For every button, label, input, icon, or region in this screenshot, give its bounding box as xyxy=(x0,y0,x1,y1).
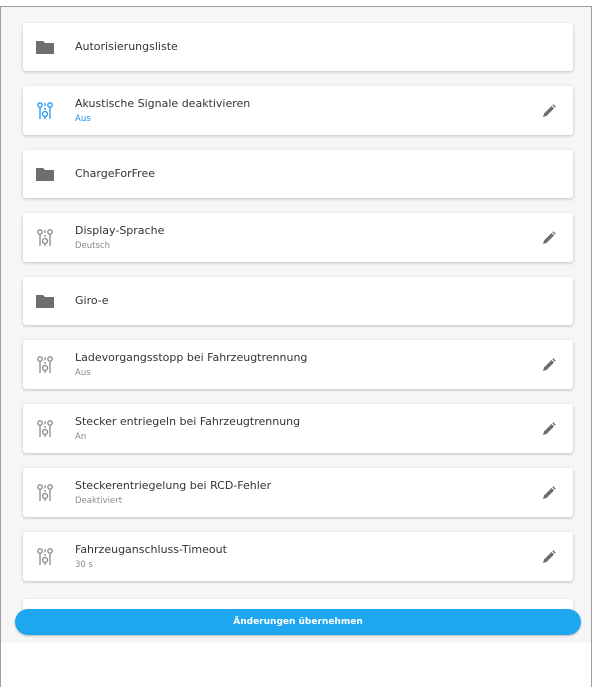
list-item-value: 30 s xyxy=(75,559,93,570)
list-item-value: Aus xyxy=(75,367,91,378)
list-item-label: ChargeForFree xyxy=(75,167,156,180)
list-item-display-sprache[interactable]: Display-Sprache Deutsch xyxy=(23,213,573,262)
list-item-value: Aus xyxy=(75,113,91,124)
folder-icon xyxy=(34,36,56,58)
tune-icon xyxy=(34,100,56,122)
list-item-label: Autorisierungsliste xyxy=(75,40,178,53)
list-item-fahrzeuganschluss-timeout[interactable]: Fahrzeuganschluss-Timeout 30 s xyxy=(23,532,573,581)
tune-icon xyxy=(34,418,56,440)
pencil-icon[interactable] xyxy=(539,483,559,503)
list-item-ladevorgangsstopp[interactable]: Ladevorgangsstopp bei Fahrzeugtrennung A… xyxy=(23,340,573,389)
settings-panel: Autorisierungsliste Akustische Signale d… xyxy=(0,6,592,687)
pencil-icon[interactable] xyxy=(539,355,559,375)
list-item-label: Stecker entriegeln bei Fahrzeugtrennung xyxy=(75,414,301,428)
pencil-icon[interactable] xyxy=(539,547,559,567)
list-item-label: Display-Sprache xyxy=(75,223,165,237)
pencil-icon[interactable] xyxy=(539,228,559,248)
list-item-autorisierungsliste[interactable]: Autorisierungsliste xyxy=(23,23,573,71)
tune-icon xyxy=(34,227,56,249)
list-item-stecker-entriegeln[interactable]: Stecker entriegeln bei Fahrzeugtrennung … xyxy=(23,404,573,453)
apply-changes-button[interactable]: Änderungen übernehmen xyxy=(15,609,581,635)
list-item-steckerentriegelung-rcd[interactable]: Steckerentriegelung bei RCD-Fehler Deakt… xyxy=(23,468,573,517)
list-item-akustische-signale[interactable]: Akustische Signale deaktivieren Aus xyxy=(23,86,573,135)
list-item-value: An xyxy=(75,431,87,442)
list-item-label: Steckerentriegelung bei RCD-Fehler xyxy=(75,478,272,492)
list-item-giro-e[interactable]: Giro-e xyxy=(23,277,573,325)
list-item-value: Deutsch xyxy=(75,240,110,251)
tune-icon xyxy=(34,482,56,504)
pencil-icon[interactable] xyxy=(539,419,559,439)
list-item-value: Deaktiviert xyxy=(75,495,123,506)
list-item-chargeforfree[interactable]: ChargeForFree xyxy=(23,150,573,198)
footer-area xyxy=(1,643,591,687)
list-item-label: Giro-e xyxy=(75,294,109,307)
tune-icon xyxy=(34,354,56,376)
pencil-icon[interactable] xyxy=(539,101,559,121)
folder-icon xyxy=(34,290,56,312)
list-item-label: Ladevorgangsstopp bei Fahrzeugtrennung xyxy=(75,350,308,364)
settings-list: Autorisierungsliste Akustische Signale d… xyxy=(23,23,573,596)
list-item-label: Fahrzeuganschluss-Timeout xyxy=(75,542,227,556)
list-item-label: Akustische Signale deaktivieren xyxy=(75,96,251,110)
tune-icon xyxy=(34,546,56,568)
folder-icon xyxy=(34,163,56,185)
